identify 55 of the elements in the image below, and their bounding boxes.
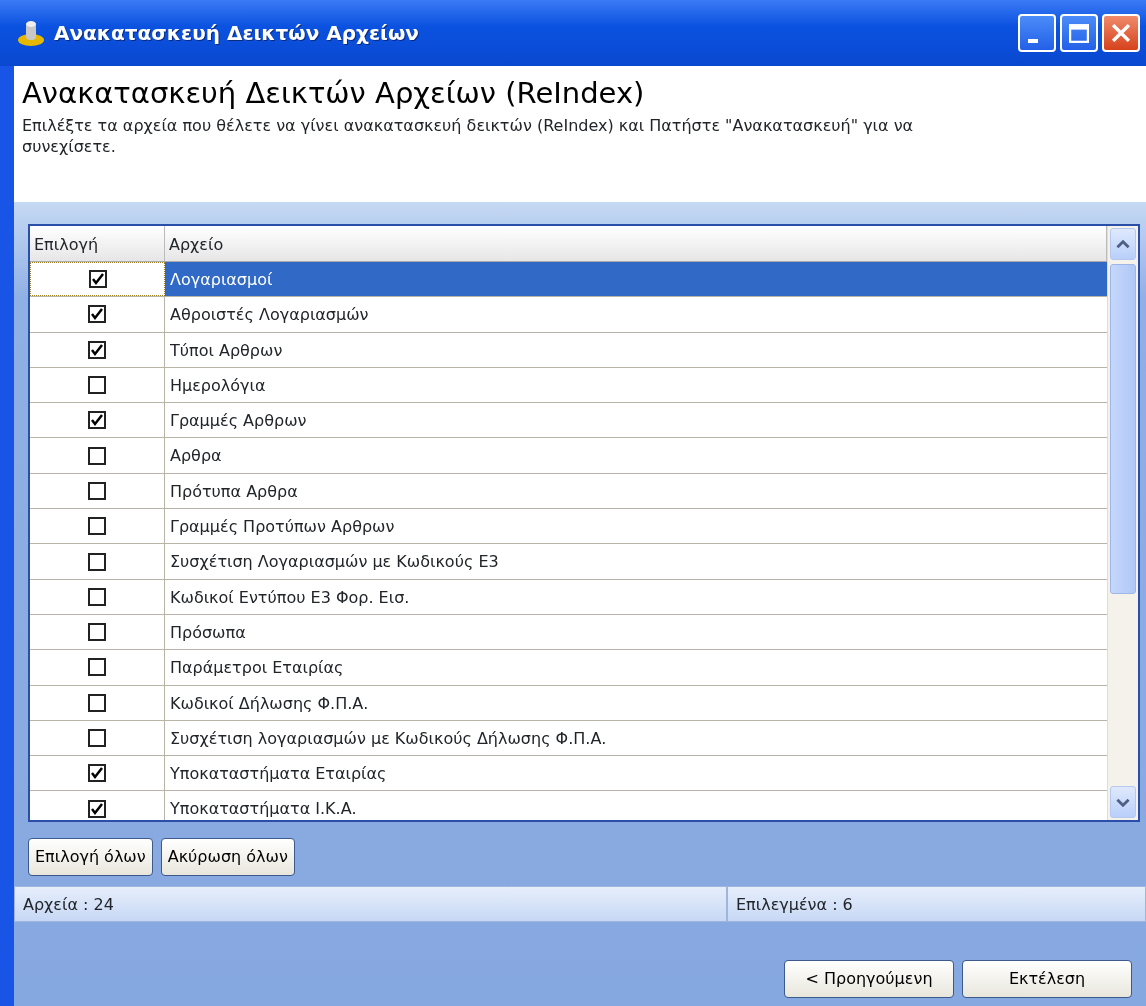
maximize-button[interactable] [1060,14,1098,52]
dialog-button[interactable]: Εκτέλεση [962,960,1132,998]
checkbox[interactable] [88,517,106,536]
checkbox[interactable] [88,693,106,712]
checkbox[interactable] [88,270,107,289]
checkbox[interactable] [88,552,106,571]
file-name-cell[interactable]: Γραμμές Προτύπων Αρθρων [165,509,1107,544]
checkbox[interactable] [88,764,106,783]
scroll-up-button[interactable] [1110,228,1136,260]
checkbox[interactable] [88,340,106,359]
checkbox[interactable] [88,799,106,818]
checkbox[interactable] [88,376,106,395]
checkbox[interactable] [88,481,106,500]
maximize-icon [1069,23,1089,43]
scrollbar[interactable] [1107,226,1138,820]
file-name-cell[interactable]: Κωδικοί Δήλωσης Φ.Π.Α. [165,685,1107,720]
select-button[interactable]: Ακύρωση όλων [160,838,295,876]
file-name-cell[interactable]: Συσχέτιση λογαριασμών με Κωδικούς Δήλωσης Φ.Π.Α. [165,720,1107,756]
chevron-up-icon [1116,239,1130,249]
file-name-cell[interactable]: Υποκαταστήματα Ι.Κ.Α. [165,791,1107,820]
checkbox[interactable] [88,623,106,642]
checkbox[interactable] [88,446,106,465]
checkbox[interactable] [88,729,106,747]
checkbox[interactable] [88,587,106,606]
minimize-icon [1028,39,1038,43]
select-button[interactable]: Επιλογή όλων [28,838,153,876]
close-button[interactable] [1102,14,1140,52]
chevron-down-icon [1116,797,1130,807]
file-name-cell[interactable]: Υποκαταστήματα Εταιρίας [165,756,1107,791]
file-name-cell[interactable]: Συσχέτιση Λογαριασμών με Κωδικούς Ε3 [165,544,1107,579]
scroll-thumb[interactable] [1110,264,1136,594]
app-icon [16,18,46,48]
file-name-cell[interactable]: Αθροιστές Λογαριασμών [165,297,1107,332]
file-name-cell[interactable]: Ημερολόγια [165,367,1107,403]
status-text: Αρχεία : 24 [14,886,727,922]
window-title: Ανακατασκευή Δεικτών Αρχείων [54,20,420,47]
file-name-cell[interactable]: Αρθρα [165,438,1107,473]
dialog-heading: Ανακατασκευή Δεικτών Αρχείων (ReIndex) [22,76,646,111]
file-name-cell[interactable]: Λογαριασμοί [165,262,1107,297]
dialog-button[interactable]: < Προηγούμενη [784,960,954,998]
instruction-text: Επιλέξτε τα αρχεία που θέλετε να γίνει ανακατασκευή δεικτών (ReIndex) και Πατήστε "Ανακατασκευή" για να συνεχίσετε. [22,114,915,158]
file-name-cell[interactable]: Πρότυπα Αρθρα [165,473,1107,509]
status-text: Επιλεγμένα : 6 [727,886,1146,922]
column-header[interactable]: Επιλογή [30,226,165,261]
minimize-button[interactable] [1018,14,1056,52]
file-name-cell[interactable]: Γραμμές Αρθρων [165,403,1107,438]
file-name-cell[interactable]: Παράμετροι Εταιρίας [165,650,1107,685]
file-name-cell[interactable]: Πρόσωπα [165,614,1107,650]
checkbox[interactable] [88,305,106,324]
file-name-cell[interactable]: Τύποι Αρθρων [165,332,1107,367]
checkbox[interactable] [88,411,106,430]
checkbox[interactable] [88,658,106,677]
file-name-cell[interactable]: Κωδικοί Εντύπου Ε3 Φορ. Εισ. [165,579,1107,614]
scroll-down-button[interactable] [1110,786,1136,818]
close-icon [1112,24,1130,42]
